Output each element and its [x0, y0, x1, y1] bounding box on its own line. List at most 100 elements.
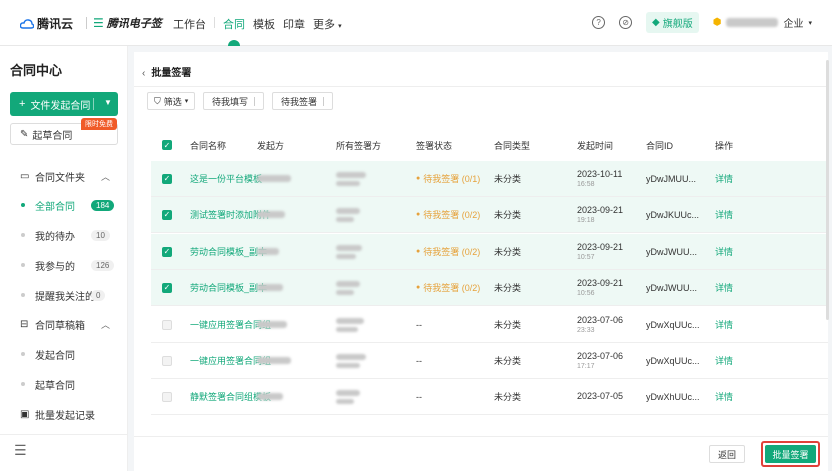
col-header-id: 合同ID: [646, 140, 674, 151]
date-text: 2023-10-11: [577, 169, 623, 179]
main-panel: ‹ 批量签署 ⛉ 筛选 ▾ 待我填写 待我签署 ✓ 合同名称 发起方 所有签署方 …: [134, 52, 828, 471]
status-cell: ● 待我签署 (0/2): [416, 197, 480, 232]
nav-template[interactable]: 模板: [253, 16, 283, 32]
col-header-time: 发起时间: [577, 140, 614, 151]
table-row[interactable]: 一键应用签署合同组 -- 未分类 2023-07-06 17:17 yDwXqUU…: [151, 343, 828, 379]
col-header-name: 合同名称: [190, 140, 227, 151]
breadcrumb: ‹ 批量签署: [142, 64, 191, 79]
table-header: ✓ 合同名称 发起方 所有签署方 签署状态 合同类型 发起时间 合同ID 操作: [151, 134, 828, 156]
signers-redacted: [336, 270, 360, 305]
chip-to-fill[interactable]: 待我填写: [203, 92, 265, 110]
company-suffix: 企业: [783, 19, 804, 30]
contract-name-link[interactable]: 劳动合同模板_副本: [190, 270, 267, 305]
type-cell: 未分类: [494, 356, 522, 366]
status-dot-icon: ●: [416, 211, 421, 218]
sidebar-item-followed[interactable]: 提醒我关注的 0: [0, 285, 128, 305]
contract-id: yDwXhUUc...: [646, 391, 700, 402]
sidebar-item-draft-initiate[interactable]: 发起合同: [0, 344, 128, 364]
row-checkbox[interactable]: [162, 319, 172, 330]
active-tab-indicator: [228, 40, 240, 46]
detail-link[interactable]: 详情: [715, 161, 733, 196]
col-header-type: 合同类型: [494, 140, 531, 151]
status-cell: --: [416, 379, 422, 414]
status-cell: ● 待我签署 (0/2): [416, 234, 480, 269]
sidebar-item-batch-record[interactable]: ▣ 批量发起记录: [0, 404, 128, 424]
row-checkbox[interactable]: ✓: [162, 282, 172, 293]
sidebar-item-all[interactable]: 全部合同 184: [0, 195, 128, 215]
count-badge: 184: [91, 199, 115, 211]
compass-icon[interactable]: ⊘: [619, 16, 633, 29]
sidebar-item-todo[interactable]: 我的待办 10: [0, 225, 128, 245]
back-arrow-icon[interactable]: ‹: [142, 68, 145, 79]
detail-link[interactable]: 详情: [715, 379, 733, 414]
esign-logo[interactable]: ☰ 腾讯电子签: [93, 15, 162, 31]
time-text: 10:57: [577, 254, 595, 261]
status-cell: ● 待我签署 (0/1): [416, 161, 480, 196]
contract-id: yDwXqUUc...: [646, 319, 700, 330]
chevron-down-icon: ▾: [808, 19, 812, 27]
table-row[interactable]: ✓ 劳动合同模板_副本 ● 待我签署 (0/2) 未分类 2023-09-21 10…: [151, 234, 828, 270]
back-button[interactable]: 返回: [709, 445, 745, 463]
sidebar-item-involved[interactable]: 我参与的 126: [0, 255, 128, 275]
select-all-checkbox[interactable]: ✓: [162, 140, 172, 150]
nav-workbench[interactable]: 工作台: [173, 16, 214, 32]
signers-redacted: [336, 343, 366, 378]
chip-to-sign[interactable]: 待我签署: [272, 92, 334, 110]
status-text: 待我签署 (0/1): [423, 174, 481, 184]
sidebar-folder-header[interactable]: ▭ 合同文件夹 ︿: [0, 166, 128, 186]
time-cell: 2023-07-05: [577, 379, 623, 414]
contract-name-link[interactable]: 劳动合同模板_副本: [190, 234, 267, 269]
table-row[interactable]: ✓ 测试签署时添加附件 ● 待我签署 (0/2) 未分类 2023-09-21 19…: [151, 197, 828, 233]
sidebar: 合同中心 + 文件发起合同 ▼ ✎ 起草合同 限时免费 ▭ 合同文件夹 ︿ 全部…: [0, 46, 128, 471]
date-text: 2023-07-06: [577, 351, 624, 361]
menu-icon[interactable]: ☰: [14, 442, 27, 459]
start-from-file-button[interactable]: + 文件发起合同 ▼: [10, 92, 118, 116]
detail-link[interactable]: 详情: [715, 307, 733, 342]
date-text: 2023-09-21: [577, 242, 624, 252]
sidebar-title: 合同中心: [10, 63, 63, 78]
sidebar-item-draft-compose[interactable]: 起草合同: [0, 374, 128, 394]
nav-more[interactable]: 更多 ▾: [313, 16, 350, 32]
nav-contract[interactable]: 合同: [215, 16, 253, 32]
filter-button[interactable]: ⛉ 筛选 ▾: [147, 92, 196, 110]
contract-name-link[interactable]: 这是一份平台模板: [190, 161, 262, 196]
detail-link[interactable]: 详情: [715, 197, 733, 232]
bullet-icon: [21, 352, 25, 356]
sidebar-draftbox-header[interactable]: ⊟ 合同草稿箱 ︿: [0, 314, 128, 334]
table-row[interactable]: 静默签署合同组模板 -- 未分类 2023-07-05 yDwXhUUc... …: [151, 379, 828, 415]
chevron-down-icon: ▾: [184, 98, 189, 105]
table-row[interactable]: 一键应用签署合同组 -- 未分类 2023-07-06 23:33 yDwXqUU…: [151, 307, 828, 343]
esign-icon: ☰: [93, 16, 104, 30]
logo-divider: [86, 17, 87, 29]
edition-badge[interactable]: ◆ 旗舰版: [646, 12, 699, 33]
sidebar-item-label: 我参与的: [35, 261, 75, 273]
row-checkbox[interactable]: [162, 355, 172, 366]
initiator-redacted: [257, 161, 291, 196]
count-badge: 0: [91, 289, 106, 301]
table-row[interactable]: ✓ 这是一份平台模板 ● 待我签署 (0/1) 未分类 2023-10-11 16:…: [151, 161, 828, 197]
table-row[interactable]: ✓ 劳动合同模板_副本 ● 待我签署 (0/2) 未分类 2023-09-21 10…: [151, 270, 828, 306]
initiator-redacted: [257, 343, 291, 378]
row-checkbox[interactable]: [162, 391, 172, 402]
nav-seal[interactable]: 印章: [283, 16, 313, 32]
company-switcher[interactable]: ⬢ 企业 ▾: [713, 15, 812, 30]
row-checkbox-cell: ✓: [162, 161, 172, 196]
time-cell: 2023-07-06 23:33: [577, 307, 623, 342]
type-cell: 未分类: [494, 210, 522, 220]
date-text: 2023-07-05: [577, 390, 624, 401]
scrollbar[interactable]: [826, 60, 829, 320]
detail-link[interactable]: 详情: [715, 343, 733, 378]
row-checkbox[interactable]: ✓: [162, 173, 172, 184]
time-text: 23:33: [577, 327, 595, 334]
time-cell: 2023-10-11 16:58: [577, 161, 622, 196]
tencent-cloud-logo[interactable]: 腾讯云: [20, 15, 73, 32]
detail-link[interactable]: 详情: [715, 234, 733, 269]
row-checkbox-cell: ✓: [162, 234, 172, 269]
detail-link[interactable]: 详情: [715, 270, 733, 305]
batch-sign-button[interactable]: 批量签署: [765, 445, 816, 463]
chevron-up-icon: ︿: [101, 171, 111, 182]
help-icon[interactable]: ?: [592, 16, 606, 29]
chevron-down-icon[interactable]: ▼: [104, 98, 112, 107]
row-checkbox[interactable]: ✓: [162, 246, 172, 257]
row-checkbox[interactable]: ✓: [162, 209, 172, 220]
